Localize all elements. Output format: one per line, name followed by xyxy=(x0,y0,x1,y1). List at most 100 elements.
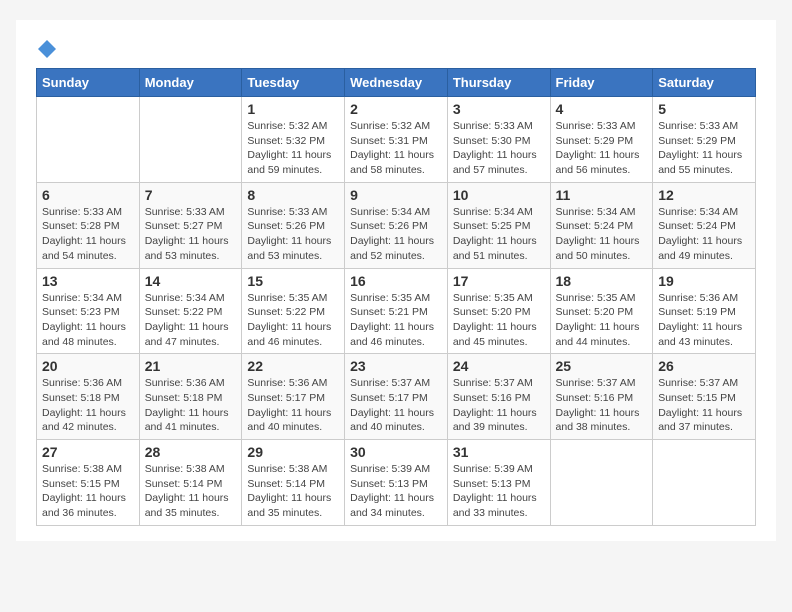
day-cell: 23Sunrise: 5:37 AM Sunset: 5:17 PM Dayli… xyxy=(345,354,448,440)
week-row-1: 1 Sunrise: 5:32 AM Sunset: 5:32 PM Daylig… xyxy=(37,97,756,183)
day-number: 26 xyxy=(658,358,750,374)
day-cell: 30 Sunrise: 5:39 AM Sunset: 5:13 PM Dayli… xyxy=(345,440,448,526)
day-number: 27 xyxy=(42,444,134,460)
day-cell: 10 Sunrise: 5:34 AM Sunset: 5:25 PM Dayli… xyxy=(447,182,550,268)
day-detail: Sunrise: 5:35 AM Sunset: 5:22 PM Dayligh… xyxy=(247,291,339,350)
day-number: 11 xyxy=(556,187,648,203)
day-detail: Sunrise: 5:35 AM Sunset: 5:20 PM Dayligh… xyxy=(453,291,545,350)
day-detail: Sunrise: 5:39 AM Sunset: 5:13 PM Dayligh… xyxy=(350,462,442,521)
day-cell: 14 Sunrise: 5:34 AM Sunset: 5:22 PM Dayli… xyxy=(139,268,242,354)
day-number: 16 xyxy=(350,273,442,289)
day-detail: Sunrise: 5:37 AM Sunset: 5:16 PM Dayligh… xyxy=(556,376,648,435)
day-detail: Sunrise: 5:37 AM Sunset: 5:15 PM Dayligh… xyxy=(658,376,750,435)
day-cell: 6Sunrise: 5:33 AM Sunset: 5:28 PM Daylig… xyxy=(37,182,140,268)
day-detail: Sunrise: 5:35 AM Sunset: 5:20 PM Dayligh… xyxy=(556,291,648,350)
day-detail: Sunrise: 5:38 AM Sunset: 5:15 PM Dayligh… xyxy=(42,462,134,521)
header-cell-thursday: Thursday xyxy=(447,69,550,97)
day-detail: Sunrise: 5:34 AM Sunset: 5:22 PM Dayligh… xyxy=(145,291,237,350)
day-detail: Sunrise: 5:32 AM Sunset: 5:32 PM Dayligh… xyxy=(247,119,339,178)
logo-icon xyxy=(38,40,56,58)
day-number: 13 xyxy=(42,273,134,289)
day-cell: 4 Sunrise: 5:33 AM Sunset: 5:29 PM Daylig… xyxy=(550,97,653,183)
day-number: 15 xyxy=(247,273,339,289)
day-cell: 13 Sunrise: 5:34 AM Sunset: 5:23 PM Dayli… xyxy=(37,268,140,354)
day-detail: Sunrise: 5:35 AM Sunset: 5:21 PM Dayligh… xyxy=(350,291,442,350)
day-cell: 28 Sunrise: 5:38 AM Sunset: 5:14 PM Dayli… xyxy=(139,440,242,526)
header-cell-friday: Friday xyxy=(550,69,653,97)
day-cell: 2Sunrise: 5:32 AM Sunset: 5:31 PM Daylig… xyxy=(345,97,448,183)
day-cell: 18 Sunrise: 5:35 AM Sunset: 5:20 PM Dayli… xyxy=(550,268,653,354)
day-detail: Sunrise: 5:39 AM Sunset: 5:13 PM Dayligh… xyxy=(453,462,545,521)
day-detail: Sunrise: 5:34 AM Sunset: 5:24 PM Dayligh… xyxy=(556,205,648,264)
day-detail: Sunrise: 5:34 AM Sunset: 5:25 PM Dayligh… xyxy=(453,205,545,264)
day-number: 7 xyxy=(145,187,237,203)
day-cell: 25 Sunrise: 5:37 AM Sunset: 5:16 PM Dayli… xyxy=(550,354,653,440)
day-cell: 11 Sunrise: 5:34 AM Sunset: 5:24 PM Dayli… xyxy=(550,182,653,268)
day-detail: Sunrise: 5:38 AM Sunset: 5:14 PM Dayligh… xyxy=(145,462,237,521)
day-cell: 8 Sunrise: 5:33 AM Sunset: 5:26 PM Daylig… xyxy=(242,182,345,268)
day-number: 25 xyxy=(556,358,648,374)
day-cell: 16 Sunrise: 5:35 AM Sunset: 5:21 PM Dayli… xyxy=(345,268,448,354)
day-cell: 24 Sunrise: 5:37 AM Sunset: 5:16 PM Dayli… xyxy=(447,354,550,440)
day-cell: 9 Sunrise: 5:34 AM Sunset: 5:26 PM Daylig… xyxy=(345,182,448,268)
day-number: 9 xyxy=(350,187,442,203)
day-detail: Sunrise: 5:33 AM Sunset: 5:29 PM Dayligh… xyxy=(658,119,750,178)
week-row-4: 20 Sunrise: 5:36 AM Sunset: 5:18 PM Dayli… xyxy=(37,354,756,440)
day-cell xyxy=(37,97,140,183)
day-cell xyxy=(550,440,653,526)
day-detail: Sunrise: 5:36 AM Sunset: 5:18 PM Dayligh… xyxy=(145,376,237,435)
day-cell: 31 Sunrise: 5:39 AM Sunset: 5:13 PM Dayli… xyxy=(447,440,550,526)
day-number: 5 xyxy=(658,101,750,117)
day-detail: Sunrise: 5:34 AM Sunset: 5:26 PM Dayligh… xyxy=(350,205,442,264)
day-cell: 26 Sunrise: 5:37 AM Sunset: 5:15 PM Dayli… xyxy=(653,354,756,440)
day-cell: 21 Sunrise: 5:36 AM Sunset: 5:18 PM Dayli… xyxy=(139,354,242,440)
day-number: 14 xyxy=(145,273,237,289)
day-detail: Sunrise: 5:34 AM Sunset: 5:24 PM Dayligh… xyxy=(658,205,750,264)
day-number: 12 xyxy=(658,187,750,203)
day-cell: 27 Sunrise: 5:38 AM Sunset: 5:15 PM Dayli… xyxy=(37,440,140,526)
calendar-page: SundayMondayTuesdayWednesdayThursdayFrid… xyxy=(16,20,776,541)
day-cell: 7Sunrise: 5:33 AM Sunset: 5:27 PM Daylig… xyxy=(139,182,242,268)
day-number: 23 xyxy=(350,358,442,374)
day-cell: 5 Sunrise: 5:33 AM Sunset: 5:29 PM Daylig… xyxy=(653,97,756,183)
header-cell-monday: Monday xyxy=(139,69,242,97)
day-detail: Sunrise: 5:36 AM Sunset: 5:18 PM Dayligh… xyxy=(42,376,134,435)
day-number: 10 xyxy=(453,187,545,203)
day-cell: 3 Sunrise: 5:33 AM Sunset: 5:30 PM Daylig… xyxy=(447,97,550,183)
day-number: 31 xyxy=(453,444,545,460)
week-row-3: 13 Sunrise: 5:34 AM Sunset: 5:23 PM Dayli… xyxy=(37,268,756,354)
day-number: 21 xyxy=(145,358,237,374)
day-detail: Sunrise: 5:33 AM Sunset: 5:29 PM Dayligh… xyxy=(556,119,648,178)
day-number: 3 xyxy=(453,101,545,117)
day-number: 22 xyxy=(247,358,339,374)
day-detail: Sunrise: 5:36 AM Sunset: 5:17 PM Dayligh… xyxy=(247,376,339,435)
day-detail: Sunrise: 5:38 AM Sunset: 5:14 PM Dayligh… xyxy=(247,462,339,521)
day-number: 6 xyxy=(42,187,134,203)
day-number: 28 xyxy=(145,444,237,460)
day-number: 30 xyxy=(350,444,442,460)
day-cell: 22 Sunrise: 5:36 AM Sunset: 5:17 PM Dayli… xyxy=(242,354,345,440)
logo xyxy=(36,40,56,58)
day-number: 2 xyxy=(350,101,442,117)
day-detail: Sunrise: 5:37 AM Sunset: 5:16 PM Dayligh… xyxy=(453,376,545,435)
week-row-2: 6Sunrise: 5:33 AM Sunset: 5:28 PM Daylig… xyxy=(37,182,756,268)
day-number: 20 xyxy=(42,358,134,374)
day-detail: Sunrise: 5:34 AM Sunset: 5:23 PM Dayligh… xyxy=(42,291,134,350)
day-number: 17 xyxy=(453,273,545,289)
day-number: 8 xyxy=(247,187,339,203)
day-cell xyxy=(139,97,242,183)
day-number: 18 xyxy=(556,273,648,289)
day-number: 1 xyxy=(247,101,339,117)
day-number: 19 xyxy=(658,273,750,289)
header-cell-sunday: Sunday xyxy=(37,69,140,97)
day-number: 24 xyxy=(453,358,545,374)
header-area xyxy=(36,40,756,58)
day-cell: 12 Sunrise: 5:34 AM Sunset: 5:24 PM Dayli… xyxy=(653,182,756,268)
day-cell xyxy=(653,440,756,526)
day-detail: Sunrise: 5:33 AM Sunset: 5:30 PM Dayligh… xyxy=(453,119,545,178)
day-number: 4 xyxy=(556,101,648,117)
day-detail: Sunrise: 5:36 AM Sunset: 5:19 PM Dayligh… xyxy=(658,291,750,350)
calendar-table: SundayMondayTuesdayWednesdayThursdayFrid… xyxy=(36,68,756,526)
day-cell: 1 Sunrise: 5:32 AM Sunset: 5:32 PM Daylig… xyxy=(242,97,345,183)
day-detail: Sunrise: 5:33 AM Sunset: 5:26 PM Dayligh… xyxy=(247,205,339,264)
